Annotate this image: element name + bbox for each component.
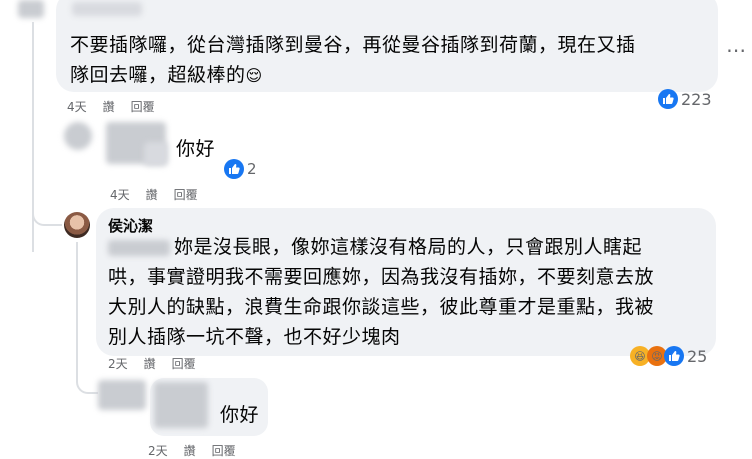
- like-link[interactable]: 讚: [144, 355, 156, 372]
- like-link[interactable]: 讚: [184, 442, 196, 459]
- thread-connector: [32, 200, 62, 226]
- comment-bubble: 侯沁潔 妳是沒長眼，像妳這樣沒有格局的人，只會跟別人瞎起 哄，事實證明我不需要回…: [96, 208, 716, 356]
- thread-connector: [76, 372, 98, 394]
- reaction-count: 2: [247, 160, 257, 178]
- comment-actions: 4天 讚 回覆: [67, 98, 155, 115]
- reaction-count: 25: [687, 346, 708, 366]
- timestamp[interactable]: 2天: [108, 355, 128, 372]
- blurred-mention: [108, 240, 170, 256]
- thread-line: [76, 242, 78, 374]
- blurred-author-name: [72, 2, 142, 16]
- comment-actions: 2天 讚 回覆: [148, 442, 236, 459]
- comment-bubble: 你好: [100, 120, 220, 178]
- more-horizontal-icon[interactable]: ⋯: [726, 38, 747, 62]
- like-reaction-icon: [224, 159, 244, 179]
- comment-text-line: 大別人的缺點，浪費生命跟你談這些，彼此尊重才是重點，我被: [108, 296, 655, 318]
- reply-link[interactable]: 回覆: [212, 442, 236, 459]
- comment-text-line: 哄，事實證明我不需要回應妳，因為我沒有插妳，不要刻意去放: [108, 266, 655, 288]
- like-reaction-icon: [658, 89, 678, 109]
- comment-actions: 2天 讚 回覆: [108, 355, 196, 372]
- comment-text: 你好: [220, 404, 260, 426]
- timestamp[interactable]: 4天: [110, 186, 130, 203]
- like-link[interactable]: 讚: [146, 186, 158, 203]
- comment-text-line: 隊回去囉，超級棒的😌: [70, 64, 263, 86]
- timestamp[interactable]: 2天: [148, 442, 168, 459]
- like-reaction-icon: [664, 346, 684, 366]
- reaction-summary[interactable]: 😆 😡 25: [628, 343, 711, 369]
- comment-text-line: 別人插隊一坑不聲，也不好少塊肉: [108, 326, 401, 348]
- author-name[interactable]: 侯沁潔: [108, 215, 153, 236]
- avatar[interactable]: [64, 122, 92, 150]
- comment-actions: 4天 讚 回覆: [110, 186, 198, 203]
- like-link[interactable]: 讚: [103, 98, 115, 115]
- comment-text: 你好: [176, 138, 216, 160]
- reply-link[interactable]: 回覆: [131, 98, 155, 115]
- comment-bubble: 你好: [150, 378, 268, 436]
- blurred-author-name: [154, 382, 208, 428]
- reaction-count: 223: [681, 89, 712, 109]
- reply-link[interactable]: 回覆: [174, 186, 198, 203]
- timestamp[interactable]: 4天: [67, 98, 87, 115]
- relieved-emoji-icon: 😌: [245, 66, 263, 85]
- comment-text-line: 不要插隊囉，從台灣插隊到曼谷，再從曼谷插隊到荷蘭，現在又插: [70, 34, 636, 56]
- reaction-summary[interactable]: 223: [656, 86, 716, 112]
- blurred-author-name: [144, 142, 168, 166]
- avatar[interactable]: [18, 0, 44, 18]
- avatar[interactable]: [64, 212, 90, 238]
- comment-text-line: 妳是沒長眼，像妳這樣沒有格局的人，只會跟別人瞎起: [174, 236, 643, 258]
- avatar[interactable]: [98, 380, 146, 410]
- reply-link[interactable]: 回覆: [172, 355, 196, 372]
- comment-bubble: 不要插隊囉，從台灣插隊到曼谷，再從曼谷插隊到荷蘭，現在又插 隊回去囉，超級棒的😌: [56, 0, 718, 92]
- reaction-summary[interactable]: 2: [222, 156, 261, 182]
